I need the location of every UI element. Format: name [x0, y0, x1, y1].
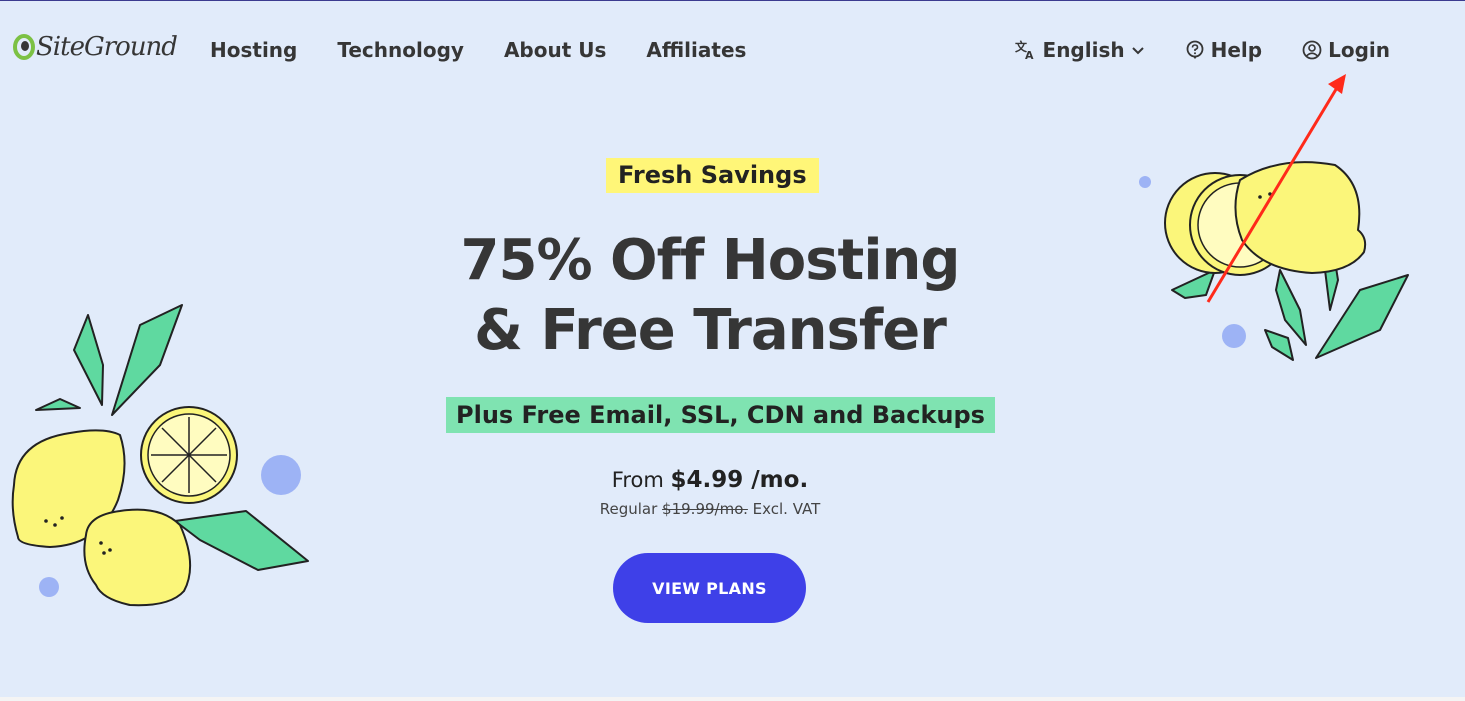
regular-price: $19.99/mo.: [662, 500, 748, 518]
hero-section: Fresh Savings 75% Off Hosting & Free Tra…: [0, 0, 1465, 697]
regular-label: Regular: [599, 500, 658, 518]
hero-headline: 75% Off Hosting & Free Transfer: [430, 226, 990, 366]
headline-line-1: 75% Off Hosting: [460, 228, 961, 293]
vat-note: Excl. VAT: [752, 500, 821, 518]
price-prefix: From: [611, 468, 664, 492]
page-bottom-strip: [0, 697, 1465, 701]
price-value: $4.99 /mo.: [670, 467, 809, 493]
lemon-illustration-left: [11, 304, 309, 607]
view-plans-button[interactable]: VIEW PLANS: [613, 553, 806, 623]
red-arrow-annotation: [1206, 74, 1346, 303]
headline-line-2: & Free Transfer: [474, 298, 947, 363]
features-badge: Plus Free Email, SSL, CDN and Backups: [446, 397, 995, 433]
fresh-savings-badge: Fresh Savings: [606, 158, 819, 193]
